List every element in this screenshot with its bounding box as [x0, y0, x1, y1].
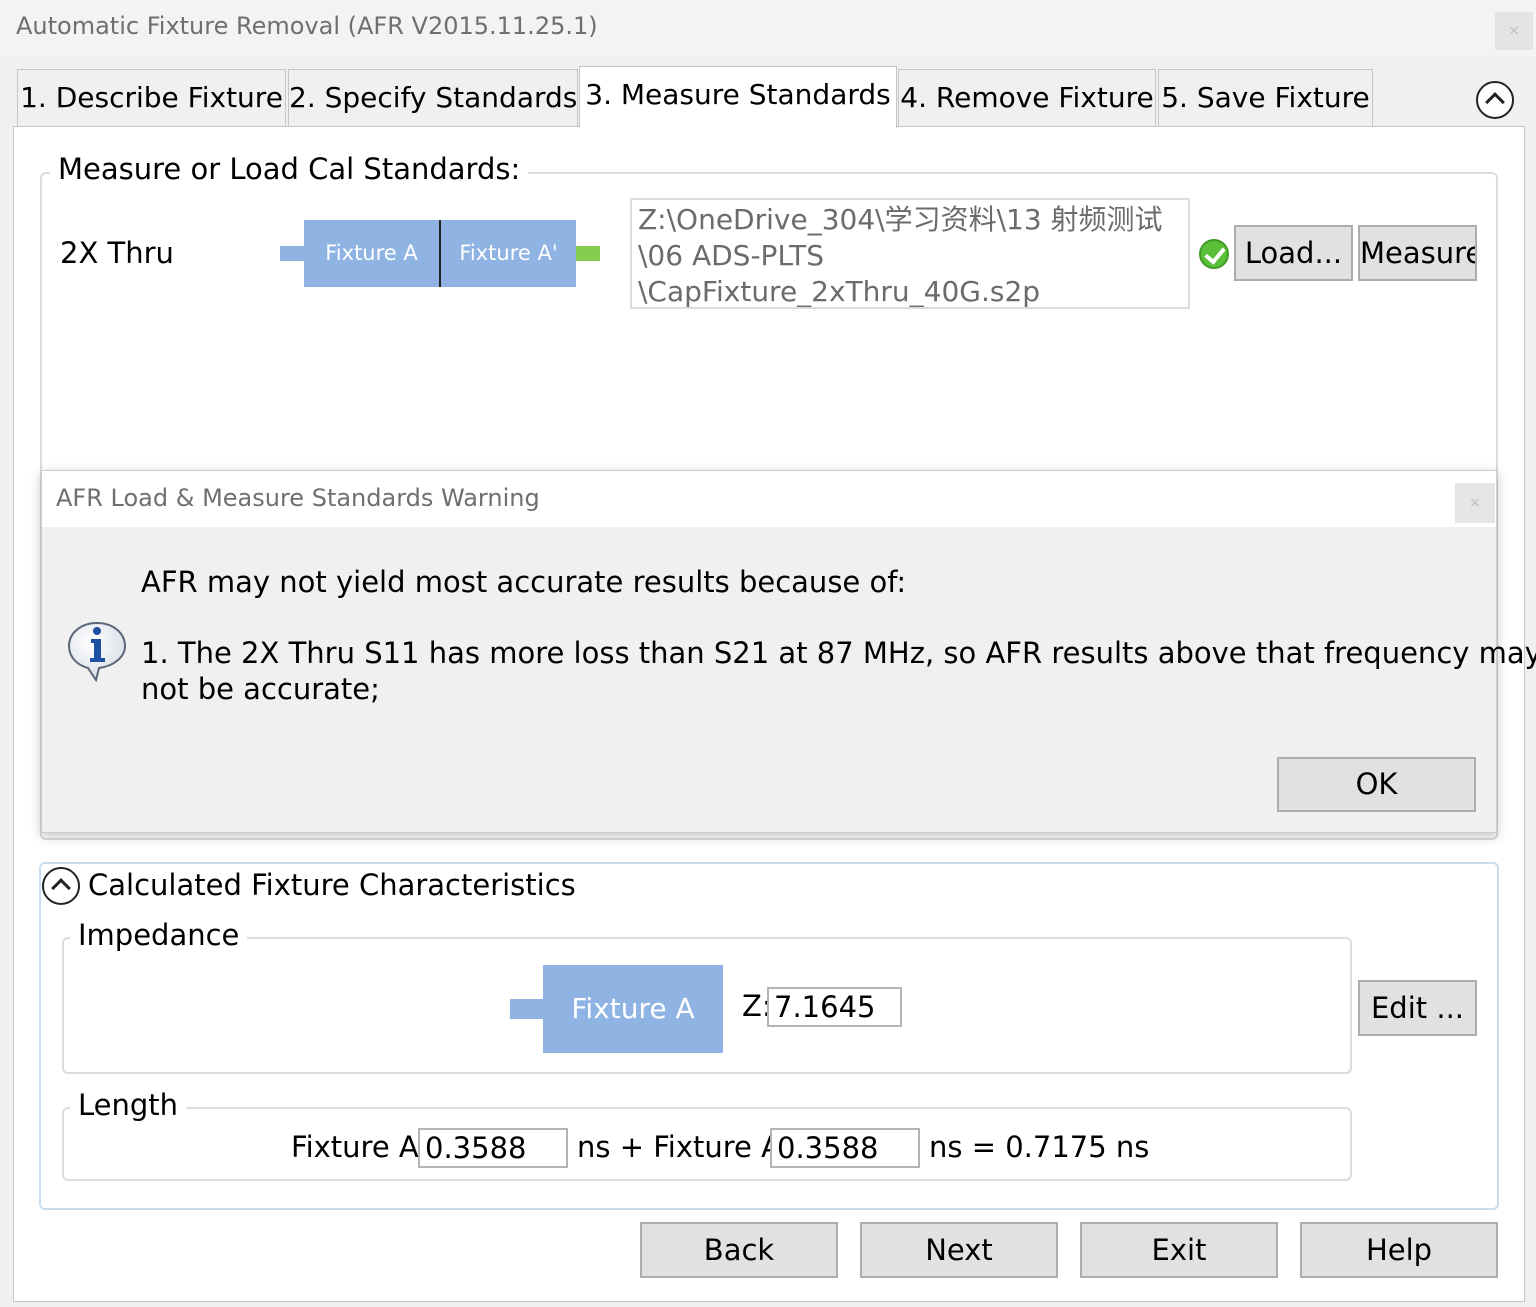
impedance-title: Impedance	[70, 918, 248, 952]
fixture-a-prime-block: Fixture A'	[441, 220, 576, 287]
dialog-ok-button[interactable]: OK	[1277, 757, 1476, 812]
back-button[interactable]: Back	[640, 1222, 838, 1278]
file-path-line-1: Z:\OneDrive_304\学习资料\13 射频测试	[638, 203, 1163, 236]
port-1-stub	[280, 246, 305, 261]
dialog-title-bar: AFR Load & Measure Standards Warning ×	[42, 471, 1496, 527]
tab-describe-fixture[interactable]: 1. Describe Fixture	[17, 69, 286, 126]
measure-button[interactable]: Measure	[1358, 225, 1477, 281]
tab-specify-standards[interactable]: 2. Specify Standards	[288, 69, 578, 126]
help-button[interactable]: Help	[1300, 1222, 1498, 1278]
warning-dialog: AFR Load & Measure Standards Warning × A…	[41, 470, 1536, 833]
length-total-text: ns = 0.7175 ns	[929, 1130, 1150, 1164]
file-path-line-2: \06 ADS-PLTS	[638, 239, 825, 272]
characteristics-title: Calculated Fixture Characteristics	[88, 868, 576, 902]
port-2-stub	[576, 246, 600, 261]
check-ok-icon	[1199, 239, 1229, 269]
tab-save-fixture[interactable]: 5. Save Fixture	[1158, 69, 1373, 126]
title-bar: Automatic Fixture Removal (AFR V2015.11.…	[0, 0, 1536, 56]
fixture-a-block: Fixture A	[304, 220, 439, 287]
length-title: Length	[70, 1088, 187, 1122]
dialog-message-line-1: 1. The 2X Thru S11 has more loss than S2…	[141, 636, 1536, 670]
load-button[interactable]: Load...	[1234, 225, 1353, 281]
standard-label-2x-thru: 2X Thru	[60, 236, 174, 270]
length-fixture-a-label: Fixture A	[291, 1130, 419, 1164]
impedance-fixture-a-block: Fixture A	[543, 965, 723, 1053]
fixture-a-length-field[interactable]: 0.3588	[418, 1128, 568, 1168]
tab-measure-standards[interactable]: 3. Measure Standards	[579, 66, 897, 128]
exit-button[interactable]: Exit	[1080, 1222, 1278, 1278]
collapse-characteristics-button[interactable]	[42, 867, 80, 905]
dialog-title: AFR Load & Measure Standards Warning	[56, 484, 540, 512]
chevron-up-icon	[1485, 92, 1505, 112]
impedance-z-field[interactable]: 7.1645	[767, 987, 902, 1027]
file-path-line-3: \CapFixture_2xThru_40G.s2p	[638, 275, 1041, 308]
fixture-a-prime-length-field[interactable]: 0.3588	[770, 1128, 920, 1168]
chevron-up-icon	[51, 878, 71, 898]
dialog-close-button[interactable]: ×	[1455, 483, 1495, 523]
measure-group-title: Measure or Load Cal Standards:	[50, 152, 529, 186]
impedance-port-stub	[510, 999, 544, 1019]
window-close-button[interactable]: ×	[1495, 12, 1533, 50]
dialog-message-line-2: not be accurate;	[141, 672, 380, 706]
edit-impedance-button[interactable]: Edit ...	[1358, 980, 1477, 1036]
dialog-message-heading: AFR may not yield most accurate results …	[141, 565, 907, 599]
length-plus-text: ns + Fixture A'	[577, 1130, 789, 1164]
info-icon	[67, 621, 127, 682]
file-path-display[interactable]: Z:\OneDrive_304\学习资料\13 射频测试 \06 ADS-PLT…	[630, 198, 1190, 309]
window-title: Automatic Fixture Removal (AFR V2015.11.…	[16, 12, 598, 40]
next-button[interactable]: Next	[860, 1222, 1058, 1278]
tab-remove-fixture[interactable]: 4. Remove Fixture	[898, 69, 1156, 126]
collapse-tabs-button[interactable]	[1476, 81, 1514, 119]
